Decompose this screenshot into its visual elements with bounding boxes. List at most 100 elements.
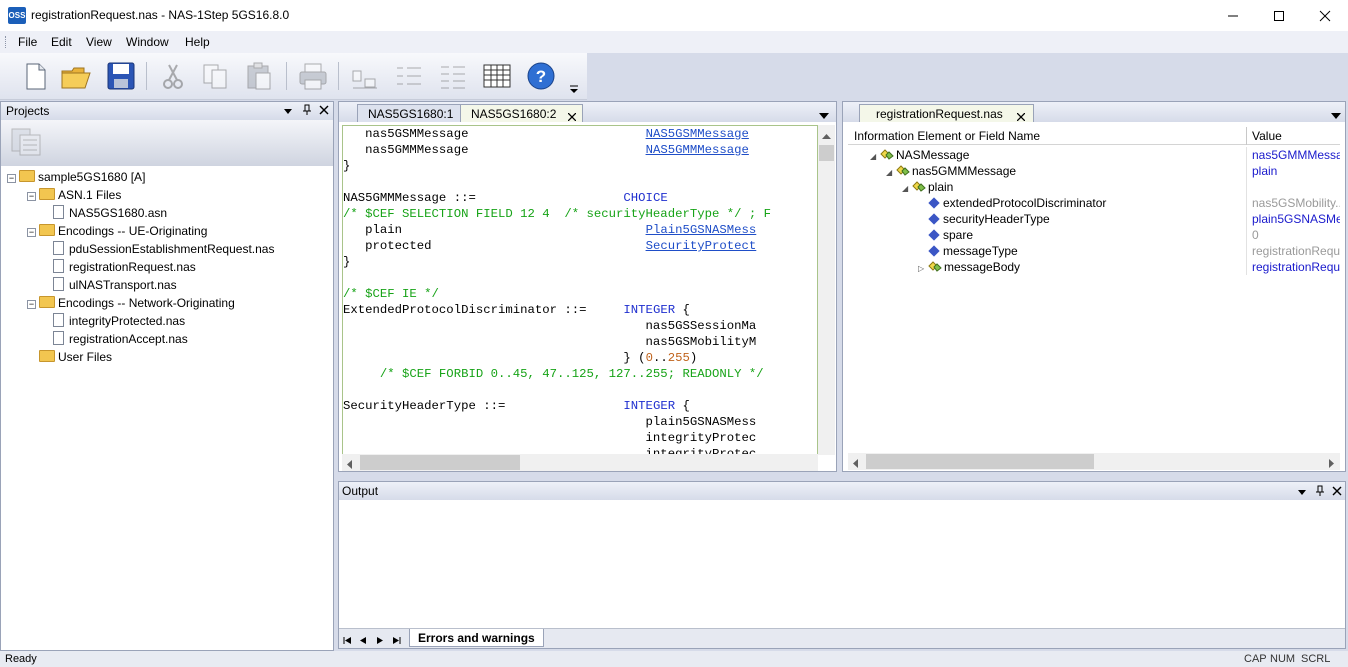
ie-value[interactable]: nas5GMMMessa [1252,147,1340,163]
table-view-button[interactable] [482,61,512,91]
ie-value[interactable]: plain [1252,163,1340,179]
print-icon [299,63,327,90]
tree-folder[interactable]: − ASN.1 Files [27,186,121,204]
ie-value[interactable]: 0 [1252,227,1340,243]
editor-vertical-scrollbar[interactable] [818,125,835,455]
toolbar-overflow-button[interactable] [569,83,579,93]
prev-tab-button[interactable] [359,634,367,648]
type-reference-link[interactable]: NAS5GMMMessage [646,143,749,157]
save-button[interactable] [106,61,136,91]
editor-horizontal-scrollbar[interactable] [342,454,818,471]
ie-horizontal-scrollbar[interactable] [848,453,1340,470]
scroll-thumb[interactable] [819,145,834,161]
tree-file[interactable]: integrityProtected.nas [53,312,185,330]
panel-close-button[interactable] [1332,485,1342,499]
scroll-thumb[interactable] [866,454,1094,469]
collapse-icon[interactable]: ◢ [870,149,880,165]
code-line: /* $CEF FORBID 0..45, 47..125, 127..255;… [343,366,817,382]
panel-close-button[interactable] [319,104,329,118]
ie-value[interactable]: nas5GSMobility... [1252,195,1340,211]
pin-button[interactable] [302,104,312,118]
project-properties-button[interactable] [10,127,42,160]
tree-folder[interactable]: − Encodings -- UE-Originating [27,222,207,240]
ie-tree-row[interactable]: messageType [918,243,1018,259]
collapse-icon[interactable]: − [27,228,36,237]
ie-tree-row[interactable]: extendedProtocolDiscriminator [918,195,1106,211]
tab-close-button[interactable] [1016,110,1026,124]
tree-item-label: Encodings -- Network-Originating [58,296,235,310]
open-button[interactable] [60,61,91,91]
collapse-icon[interactable]: − [7,174,16,183]
tree-file[interactable]: NAS5GS1680.asn [53,204,167,222]
menu-file[interactable]: File [18,35,37,49]
tab-close-button[interactable] [567,110,577,124]
panel-menu-button[interactable] [1298,487,1307,501]
tab-list-button[interactable] [1331,109,1341,123]
ie-tree-row[interactable]: ▷ messageBody [918,259,1020,275]
tab-list-button[interactable] [819,109,829,123]
cut-button[interactable] [158,61,188,91]
tree-file[interactable]: pduSessionEstablishmentRequest.nas [53,240,274,258]
close-button[interactable] [1302,0,1348,31]
menu-help[interactable]: Help [185,35,210,49]
tree-file[interactable]: registrationRequest.nas [53,258,196,276]
panel-menu-button[interactable] [284,105,293,119]
decode-button[interactable] [394,61,424,91]
tree-file[interactable]: ulNASTransport.nas [53,276,177,294]
column-header-value[interactable]: Value [1252,129,1282,143]
minimize-button[interactable] [1210,0,1256,31]
next-tab-button[interactable] [376,634,384,648]
collapse-icon[interactable]: ◢ [902,181,912,197]
tree-file[interactable]: registrationAccept.nas [53,330,188,348]
output-log-area[interactable] [339,500,1345,628]
collapse-icon[interactable]: − [27,300,36,309]
expand-icon[interactable]: ▷ [918,261,928,277]
code-view[interactable]: nas5GSMMessage NAS5GSMMessage nas5GMMMes… [342,125,818,455]
menu-window[interactable]: Window [126,35,169,49]
help-button[interactable]: ? [526,61,556,91]
tab-nas5gs1680-1[interactable]: NAS5GS1680:1 [357,104,465,122]
tree-folder[interactable]: − Encodings -- Network-Originating [27,294,235,312]
chevron-down-icon [570,85,578,93]
last-tab-button[interactable] [392,634,401,648]
tree-folder[interactable]: User Files [27,348,112,366]
ie-value[interactable]: registrationRequ [1252,259,1340,275]
chevron-down-icon [1331,113,1341,119]
print-button[interactable] [297,61,327,91]
type-reference-link[interactable]: SecurityProtect [646,239,757,253]
collapse-icon[interactable]: ◢ [886,165,896,181]
code-line: plain5GSNASMess [343,414,817,430]
tree-folder[interactable]: − sample5GS1680 [A] [7,168,145,186]
type-reference-link[interactable]: NAS5GSMMessage [646,127,749,141]
ie-value[interactable]: plain5GSNASMe [1252,211,1340,227]
ie-tree-row[interactable]: spare [918,227,973,243]
maximize-button[interactable] [1256,0,1302,31]
tab-nas5gs1680-2[interactable]: NAS5GS1680:2 [460,104,584,124]
code-line: } (0..255) [343,350,817,366]
ie-value[interactable] [1252,179,1340,195]
ie-tree-row[interactable]: ◢ nas5GMMMessage [886,163,1016,179]
ie-tree-row[interactable]: ◢ plain [902,179,953,195]
folder-icon [39,188,55,200]
column-divider[interactable] [1246,127,1247,145]
paste-button[interactable] [244,61,274,91]
scroll-thumb[interactable] [360,455,520,470]
new-file-button[interactable] [20,61,50,91]
tree-view-button[interactable] [438,61,468,91]
encode-button[interactable] [350,61,380,91]
type-reference-link[interactable]: Plain5GSNASMess [646,223,757,237]
ie-tree-row[interactable]: ◢ NASMessage [870,147,969,163]
copy-button[interactable] [200,61,230,91]
menu-edit[interactable]: Edit [51,35,72,49]
decode-icon [397,67,421,85]
column-header-name[interactable]: Information Element or Field Name [854,129,1040,143]
ie-tree-row[interactable]: securityHeaderType [918,211,1050,227]
first-tab-button[interactable] [343,634,352,648]
tab-registration-request[interactable]: registrationRequest.nas [859,104,1034,122]
tab-errors-and-warnings[interactable]: Errors and warnings [409,629,544,647]
menu-view[interactable]: View [86,35,112,49]
code-token: SecurityHeaderType ::= [343,399,624,413]
pin-button[interactable] [1315,485,1325,499]
ie-value[interactable]: registrationRequ [1252,243,1340,259]
collapse-icon[interactable]: − [27,192,36,201]
